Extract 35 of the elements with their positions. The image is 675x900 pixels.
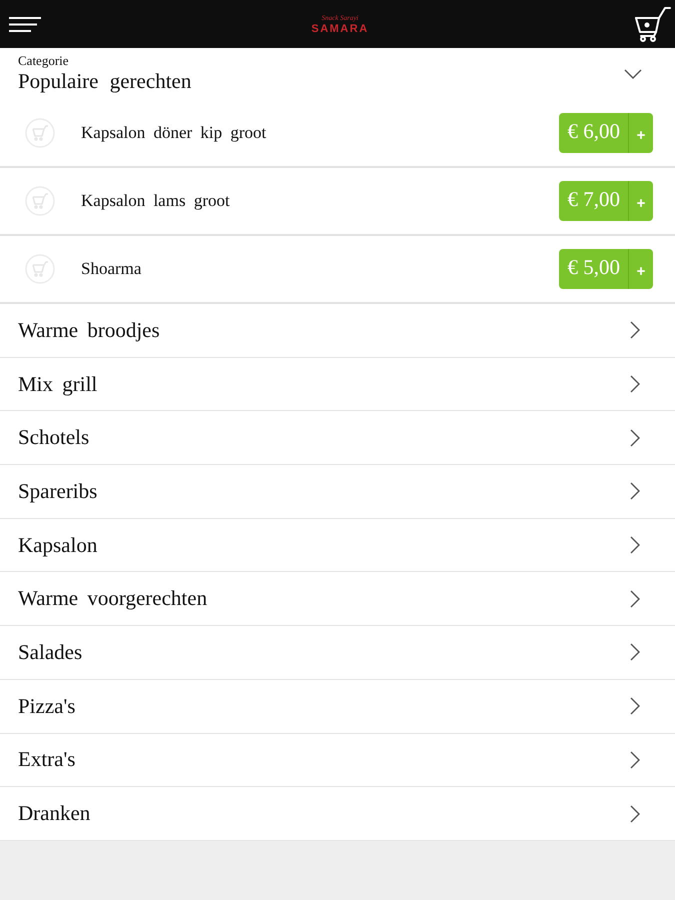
product-name: Kapsalon döner kip groot bbox=[81, 123, 268, 143]
category-label: Categorie bbox=[18, 53, 70, 68]
menu-button[interactable] bbox=[9, 16, 41, 32]
chevron-right-icon bbox=[630, 697, 640, 716]
category-row[interactable]: Warme voorgerechten bbox=[0, 572, 675, 626]
selected-category: Populaire gerechten bbox=[18, 68, 192, 94]
chevron-right-icon bbox=[630, 536, 640, 554]
chevron-right-icon bbox=[630, 804, 640, 823]
menu-icon bbox=[9, 16, 41, 32]
cart-icon bbox=[25, 254, 55, 284]
category-row[interactable]: Schotels bbox=[0, 411, 675, 466]
logo-name: SAMARA bbox=[311, 22, 369, 34]
chevron-right-icon bbox=[630, 321, 640, 340]
category-row[interactable]: Spareribs bbox=[0, 465, 675, 519]
category-row[interactable]: Kapsalon bbox=[0, 518, 675, 572]
cart-button[interactable] bbox=[635, 6, 671, 42]
product-name: Kapsalon lams groot bbox=[81, 191, 231, 211]
chevron-right-icon bbox=[630, 375, 640, 394]
chevron-right-icon bbox=[630, 643, 640, 662]
category-row[interactable]: Warme broodjes bbox=[0, 304, 675, 358]
cart-icon bbox=[25, 186, 55, 216]
product-name: Shoarma bbox=[81, 259, 142, 279]
chevron-right-icon bbox=[630, 428, 640, 447]
chevron-right-icon bbox=[630, 750, 640, 769]
chevron-down-icon bbox=[624, 69, 642, 79]
chevron-right-icon bbox=[630, 590, 640, 608]
category-row[interactable]: Salades bbox=[0, 626, 675, 680]
category-row[interactable]: Mix grill bbox=[0, 358, 675, 412]
category-row[interactable]: Pizza's bbox=[0, 680, 675, 734]
cart-icon bbox=[635, 6, 671, 42]
chevron-right-icon bbox=[630, 482, 640, 500]
cart-icon bbox=[25, 118, 55, 148]
category-row[interactable]: Dranken bbox=[0, 787, 675, 841]
category-row[interactable]: Extra's bbox=[0, 734, 675, 788]
category-toggle[interactable] bbox=[624, 69, 642, 79]
